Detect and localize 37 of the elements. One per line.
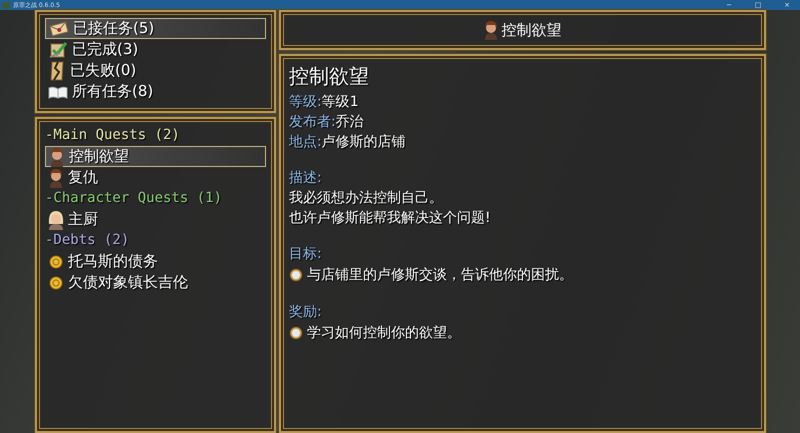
avatar-icon <box>47 210 65 230</box>
section-label: 目标: <box>289 245 323 264</box>
quest-header-title: 控制欲望 <box>502 20 562 40</box>
section-label: 奖励: <box>289 303 323 322</box>
bullet-icon <box>289 326 303 340</box>
bullet-icon <box>289 268 303 282</box>
quest-item[interactable]: 控制欲望 <box>45 146 266 167</box>
bullet-text: 与店铺里的卢修斯交谈，告诉他你的困扰。 <box>307 266 573 285</box>
checked-scroll-icon <box>48 40 68 58</box>
detail-field: 地点:卢修斯的店铺 <box>289 132 756 152</box>
category-header[interactable]: -Debts (2) <box>45 230 266 251</box>
detail-field: 发布者:乔治 <box>289 112 756 132</box>
filter-item[interactable]: 已失败(0) <box>45 60 266 81</box>
category-header[interactable]: -Character Quests (1) <box>45 188 266 209</box>
open-book-icon <box>48 84 68 98</box>
coin-icon <box>49 254 63 268</box>
description-text: 也许卢修斯能帮我解决这个问题! <box>289 209 492 228</box>
detail-field: 等级:等级1 <box>289 92 756 112</box>
filter-item[interactable]: 已接任务(5) <box>45 18 266 39</box>
avatar-icon <box>49 168 63 188</box>
category-header[interactable]: -Main Quests (2) <box>45 125 266 146</box>
avatar-icon <box>50 146 64 166</box>
avatar-icon <box>484 20 498 40</box>
quest-item[interactable]: 托马斯的债务 <box>45 251 266 272</box>
quest-item[interactable]: 主厨 <box>45 209 266 230</box>
quest-title: 控制欲望 <box>289 63 370 90</box>
torn-scroll-icon <box>48 60 66 80</box>
filter-item[interactable]: 所有任务(8) <box>45 81 266 102</box>
description-text: 我必须想办法控制自己。 <box>289 189 444 208</box>
filter-item[interactable]: 已完成(3) <box>45 39 266 60</box>
quest-item[interactable]: 欠债对象镇长吉伦 <box>45 272 266 293</box>
coin-icon <box>49 276 63 290</box>
letter-icon <box>49 20 69 36</box>
bullet-text: 学习如何控制你的欲望。 <box>307 324 461 343</box>
section-label: 描述: <box>289 169 323 188</box>
quest-item[interactable]: 复仇 <box>45 167 266 188</box>
app-icon <box>2 2 10 8</box>
